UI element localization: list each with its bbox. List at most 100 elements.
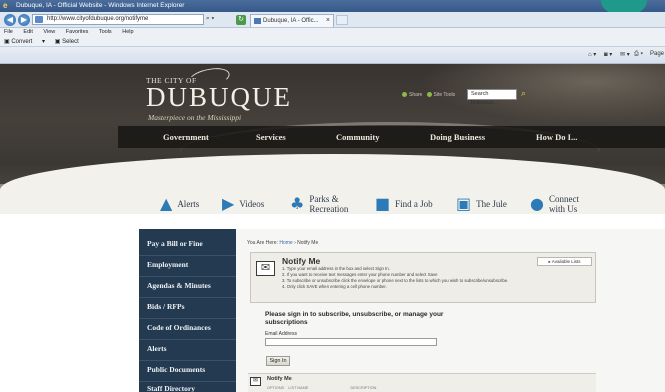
nav-community[interactable]: Community [336, 126, 379, 148]
browser-tab[interactable]: Dubuque, IA - Offic... × [250, 14, 334, 27]
window-title: Dubuque, IA - Official Website - Windows… [16, 2, 185, 9]
new-tab-button[interactable] [336, 15, 348, 25]
sign-in-button[interactable]: Sign In [266, 356, 290, 366]
envelope-small-icon: ✉ [250, 377, 261, 386]
sidebar-divider [139, 339, 236, 340]
nav-government[interactable]: Government [163, 126, 209, 148]
address-bar: ◀ ▶ http://www.cityofdubuque.org/notifym… [0, 12, 665, 28]
quick-link-connect-label: Connect with Us [548, 194, 579, 214]
menu-view[interactable]: View [43, 29, 55, 35]
menu-help[interactable]: Help [122, 29, 133, 35]
breadcrumb-prefix: You Are Here: [247, 240, 278, 246]
play-icon: ▶ [222, 194, 235, 213]
print-icon[interactable]: ⎙ ▾ [634, 51, 643, 58]
page-favicon-icon [35, 16, 43, 23]
quick-link-jule-label: The Jule [476, 199, 507, 209]
back-button[interactable]: ◀ [4, 14, 16, 26]
email-field[interactable] [265, 338, 437, 346]
sidebar-item-employment[interactable]: Employment [147, 260, 188, 269]
site-tools-link[interactable]: Site Tools [426, 92, 456, 98]
url-field[interactable]: http://www.cityofdubuque.org/notifyme [32, 14, 204, 25]
page-menu[interactable]: Page [650, 51, 664, 57]
site-tools-icon [426, 92, 432, 98]
sidebar-divider [139, 360, 236, 361]
breadcrumb-home-link[interactable]: Home [279, 240, 292, 246]
sidebar-nav: Pay a Bill or Fine Employment Agendas & … [139, 229, 236, 392]
breadcrumb-current: Notify Me [297, 240, 319, 246]
quick-link-connect[interactable]: ● Connect with Us [530, 182, 579, 226]
main-nav: Government Services Community Doing Busi… [118, 126, 665, 148]
tab-close-icon[interactable]: × [326, 15, 330, 27]
breadcrumb: You Are Here: Home › Notify Me [247, 240, 318, 246]
command-bar: ⌂ ▾ ◙ ▾ ✉ ▾ ⎙ ▾ Page [0, 47, 665, 64]
site-logo[interactable]: DUBUQUE [146, 84, 292, 111]
tab-title: Dubuque, IA - Offic... [263, 18, 319, 24]
menu-edit[interactable]: Edit [23, 29, 32, 35]
quick-link-parks-label: Parks & Recreation [309, 194, 349, 214]
envelope-icon: ✉ [256, 261, 275, 276]
available-lists-button[interactable]: ▸ Available Lists [537, 257, 592, 266]
nav-how-do-i[interactable]: How Do I... [536, 126, 577, 148]
quick-link-videos[interactable]: ▶ Videos [222, 182, 264, 226]
tab-favicon-icon [254, 18, 261, 24]
quick-link-alerts-label: Alerts [177, 199, 200, 209]
sidebar-divider [139, 297, 236, 298]
nav-doing-business[interactable]: Doing Business [430, 126, 485, 148]
site-search-input[interactable]: Search Dubuque... [467, 89, 517, 106]
sidebar-item-ordinances[interactable]: Code of Ordinances [147, 323, 211, 332]
sidebar-divider [139, 276, 236, 277]
sidebar-divider [139, 255, 236, 256]
notify-title: Notify Me [282, 256, 321, 266]
email-label: Email Address [265, 331, 297, 337]
sidebar-item-agendas[interactable]: Agendas & Minutes [147, 281, 211, 290]
sidebar-item-alerts[interactable]: Alerts [147, 344, 167, 353]
menu-favorites[interactable]: Favorites [66, 29, 89, 35]
bus-icon: ▣ [456, 194, 472, 213]
quick-link-jule[interactable]: ▣ The Jule [456, 182, 507, 226]
site-utility-links: Share Site Tools [402, 92, 455, 98]
person-plus-icon: ● [530, 194, 544, 213]
share-link[interactable]: Share [402, 92, 422, 98]
breadcrumb-separator: › [294, 240, 296, 246]
warning-icon: ▲ [160, 194, 173, 213]
search-dropdown-icon[interactable]: ⌕ ▾ [206, 15, 214, 23]
share-label: Share [409, 92, 423, 98]
quick-link-jobs[interactable]: ■ Find a Job [375, 182, 433, 226]
sidebar-divider [139, 381, 236, 382]
convert-button[interactable]: ▣ Convert ▾ [4, 39, 45, 45]
feeds-icon[interactable]: ◙ ▾ [604, 51, 612, 58]
briefcase-icon: ■ [375, 194, 391, 213]
ie-logo-icon: e [3, 1, 8, 10]
home-icon[interactable]: ⌂ ▾ [588, 51, 596, 58]
quick-link-parks[interactable]: ♣ Parks & Recreation [290, 182, 348, 226]
url-text: http://www.cityofdubuque.org/notifyme [47, 16, 149, 22]
search-icon[interactable]: ⌕ [521, 88, 532, 99]
menu-tools[interactable]: Tools [99, 29, 112, 35]
quick-link-jobs-label: Find a Job [395, 199, 433, 209]
mail-icon[interactable]: ✉ ▾ [620, 51, 630, 58]
notify-steps: 1. Type your email address in the box an… [282, 266, 530, 290]
quick-link-alerts[interactable]: ▲ Alerts [160, 182, 199, 226]
quick-links: ▲ Alerts ▶ Videos ♣ Parks & Recreation ■… [0, 182, 665, 226]
notify-step: 4. Only click SAVE when entering a cell … [282, 284, 387, 289]
favorites-bar: ▣ Convert ▾ ▣ Select [0, 37, 665, 47]
forward-button[interactable]: ▶ [18, 14, 30, 26]
quick-link-videos-label: Videos [239, 199, 265, 209]
lists-panel-title: Notify Me [267, 376, 292, 382]
sidebar-item-pay-bill[interactable]: Pay a Bill or Fine [147, 239, 203, 248]
sidebar-item-public-documents[interactable]: Public Documents [147, 365, 205, 374]
convert-label: Convert [11, 39, 33, 45]
sidebar-item-staff-directory[interactable]: Staff Directory [147, 384, 195, 392]
nav-services[interactable]: Services [256, 126, 286, 148]
sidebar-item-bids[interactable]: Bids / RFPs [147, 302, 185, 311]
lists-table-header: OPTIONS LIST NAME DESCRIPTION [267, 386, 377, 390]
signin-heading: Please sign in to subscribe, unsubscribe… [265, 311, 444, 326]
menu-file[interactable]: File [4, 29, 13, 35]
site-tools-label: Site Tools [433, 92, 456, 98]
share-icon [402, 92, 407, 98]
sky-background [420, 64, 665, 124]
select-button[interactable]: ▣ Select [55, 39, 87, 45]
refresh-button[interactable]: ↻ [236, 15, 246, 25]
sidebar-divider [139, 318, 236, 319]
window-titlebar: e Dubuque, IA - Official Website - Windo… [0, 0, 665, 12]
